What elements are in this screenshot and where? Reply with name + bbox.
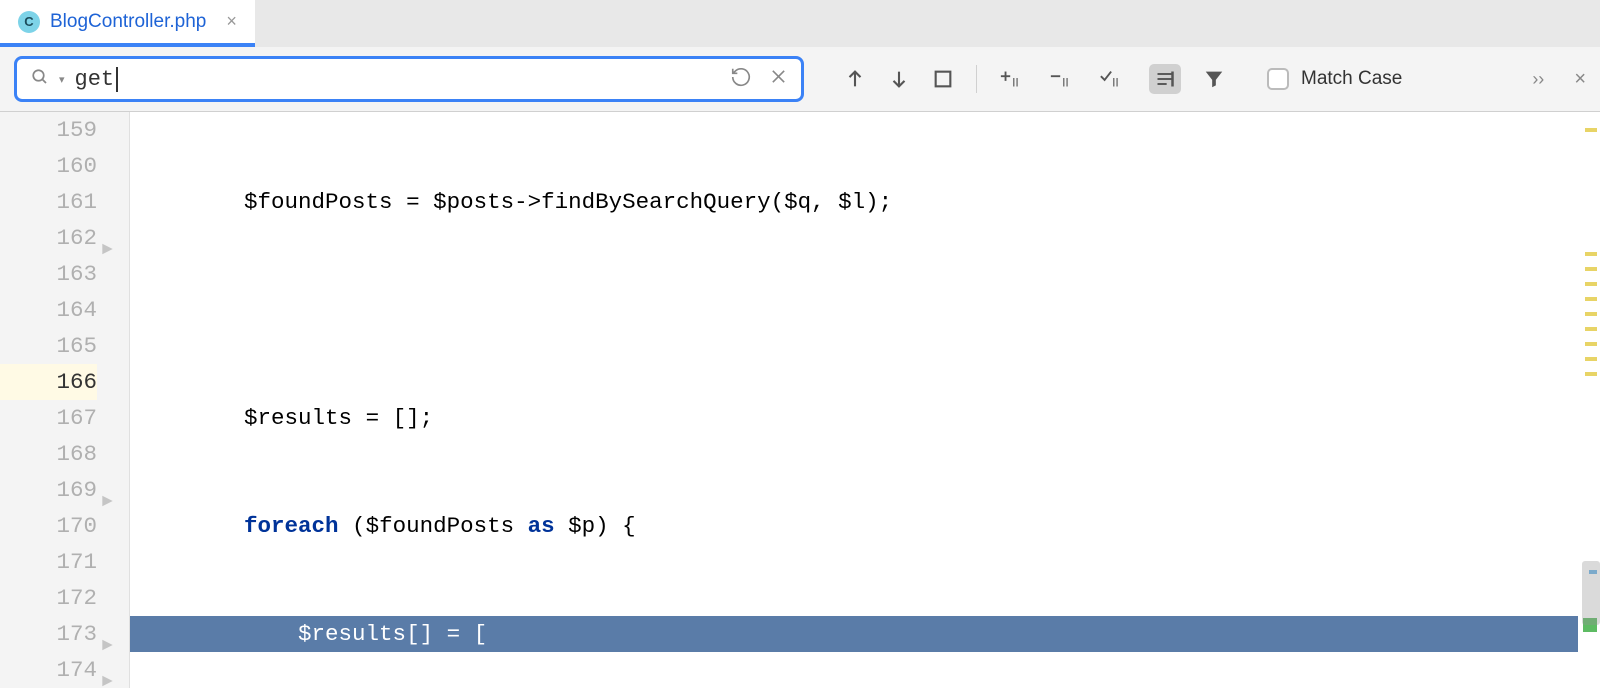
code-line[interactable]: $results[] = [ (130, 616, 1600, 652)
svg-text:II: II (1062, 75, 1069, 89)
svg-text:II: II (1112, 75, 1119, 89)
line-number: 159 (0, 112, 97, 148)
match-case-checkbox[interactable] (1267, 68, 1289, 90)
line-number: 168 (0, 436, 97, 472)
search-options-caret-icon[interactable]: ▾ (59, 73, 65, 86)
line-number: 164 (0, 292, 97, 328)
search-input[interactable]: get (75, 67, 720, 92)
line-number: 170 (0, 508, 97, 544)
marker[interactable] (1585, 128, 1597, 132)
svg-text:II: II (1012, 75, 1019, 89)
code-line[interactable]: $results = []; (130, 400, 1600, 436)
in-selection-icon[interactable] (1149, 64, 1181, 94)
more-options-icon[interactable]: ›› (1532, 69, 1544, 90)
marker[interactable] (1585, 267, 1597, 271)
fold-marker-icon[interactable] (101, 628, 114, 641)
toolbar-separator (976, 65, 977, 93)
history-icon[interactable] (730, 66, 752, 93)
search-box[interactable]: ▾ get (14, 56, 804, 102)
marker[interactable] (1585, 312, 1597, 316)
line-number: 160 (0, 148, 97, 184)
line-number: 163 (0, 256, 97, 292)
code-line[interactable]: $foundPosts = $posts->findBySearchQuery(… (130, 184, 1600, 220)
marker-strip[interactable] (1578, 112, 1600, 688)
marker[interactable] (1585, 342, 1597, 346)
search-icon (31, 68, 49, 91)
tab-blogcontroller[interactable]: C BlogController.php × (0, 0, 255, 47)
line-number: 161 (0, 184, 97, 220)
checkmark-selection-icon[interactable]: II (1099, 67, 1127, 91)
select-all-icon[interactable] (932, 68, 954, 90)
prev-match-icon[interactable] (844, 68, 866, 90)
file-type-icon: C (18, 11, 40, 33)
line-number: 173 (0, 616, 97, 652)
editor[interactable]: 159 160 161 162 163 164 165 166 167 168 … (0, 112, 1600, 688)
gutter: 159 160 161 162 163 164 165 166 167 168 … (0, 112, 130, 688)
line-number: 171 (0, 544, 97, 580)
find-toolbar: ▾ get II II II (0, 47, 1600, 112)
line-number: 162 (0, 220, 97, 256)
tab-label: BlogController.php (50, 11, 206, 33)
add-selection-icon[interactable]: II (999, 67, 1027, 91)
marker[interactable] (1585, 372, 1597, 376)
next-match-icon[interactable] (888, 68, 910, 90)
fold-marker-icon[interactable] (101, 232, 114, 245)
line-number: 174 (0, 652, 97, 688)
code-line[interactable] (130, 292, 1600, 328)
fold-marker-icon[interactable] (101, 664, 114, 677)
match-case-label: Match Case (1301, 68, 1402, 90)
marker[interactable] (1585, 357, 1597, 361)
clear-icon[interactable] (770, 68, 787, 90)
line-number: 166 (0, 364, 97, 400)
marker[interactable] (1585, 297, 1597, 301)
line-number: 169 (0, 472, 97, 508)
scroll-thumb[interactable] (1582, 561, 1600, 625)
marker[interactable] (1585, 282, 1597, 286)
close-panel-icon[interactable]: × (1574, 68, 1586, 91)
filter-icon[interactable] (1203, 68, 1225, 90)
tab-close-icon[interactable]: × (226, 11, 237, 32)
code-area[interactable]: $foundPosts = $posts->findBySearchQuery(… (130, 112, 1600, 688)
fold-marker-icon[interactable] (101, 484, 114, 497)
remove-selection-icon[interactable]: II (1049, 67, 1077, 91)
code-line[interactable]: foreach ($foundPosts as $p) { (130, 508, 1600, 544)
marker[interactable] (1585, 252, 1597, 256)
line-number: 167 (0, 400, 97, 436)
tab-bar: C BlogController.php × (0, 0, 1600, 47)
line-number: 165 (0, 328, 97, 364)
marker[interactable] (1585, 327, 1597, 331)
match-case-toggle[interactable]: Match Case (1267, 68, 1402, 90)
line-number: 172 (0, 580, 97, 616)
